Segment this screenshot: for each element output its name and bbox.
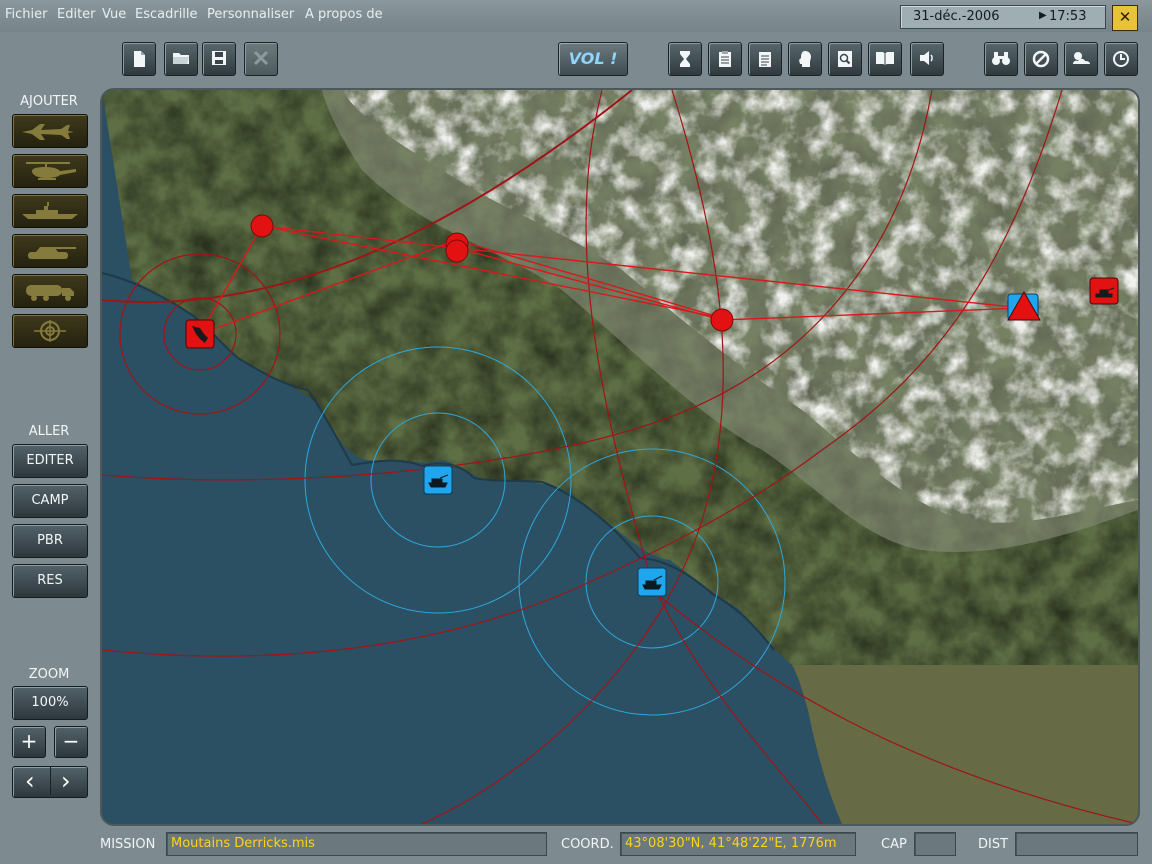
pbr-button[interactable]: PBR [12,524,88,558]
hourglass-button[interactable] [668,42,702,76]
sound-button[interactable] [910,42,944,76]
open-folder-icon [173,53,189,64]
open-mission-button[interactable] [164,42,198,76]
blue-unit-sam[interactable] [637,567,667,597]
next-button[interactable]: › [61,767,71,795]
goto-section-label: ALLER [28,424,70,439]
weather-button[interactable] [1064,42,1098,76]
dist-label: DIST [978,837,1009,852]
list-button[interactable] [748,42,782,76]
recon-button[interactable] [984,42,1018,76]
hourglass-icon [680,51,690,67]
mission-map[interactable] [100,88,1140,826]
time-button[interactable] [1104,42,1138,76]
add-target-button[interactable] [12,314,88,348]
map-canvas[interactable] [102,90,1138,824]
editer-button[interactable]: EDITER [12,444,88,478]
zoom-section-label: ZOOM [28,667,70,682]
menu-personnaliser[interactable]: Personnaliser [207,7,294,22]
helicopter-icon [26,162,76,180]
speaker-icon [920,51,933,65]
pilot-button[interactable] [788,42,822,76]
menu-editer[interactable]: Editer [57,7,96,22]
no-entry-icon [1032,50,1050,68]
lowland-area [792,665,1138,824]
clipboard-icon [719,51,731,67]
res-button[interactable]: RES [12,564,88,598]
play-triangle-icon: ▶ [1039,10,1047,21]
head-icon [799,51,811,67]
waypoint [250,214,274,238]
delete-button[interactable] [244,42,278,76]
manual-button[interactable] [868,42,902,76]
date-value: 31-déc.-2006 [913,9,1000,24]
briefing-button[interactable] [708,42,742,76]
menu-fichier[interactable]: Fichier [5,7,48,22]
dist-field [1015,832,1138,856]
binoculars-icon [992,52,1010,65]
tank-icon [28,247,76,259]
menu-escadrille[interactable]: Escadrille [135,7,198,22]
jet-icon [22,124,74,140]
cap-field [914,832,956,856]
menu-bar: Fichier Editer Vue Escadrille Personnali… [0,0,1152,32]
red-unit-sam-site[interactable] [1007,290,1041,321]
clock-icon [1113,51,1129,67]
red-unit-airfield[interactable] [185,319,215,349]
zoom-level-button[interactable]: 100% [12,686,88,720]
ship-icon [22,202,78,219]
add-aircraft-button[interactable] [12,114,88,148]
list-icon [759,52,771,67]
close-button[interactable]: ✕ [1112,5,1138,31]
inspect-button[interactable] [828,42,862,76]
fly-button[interactable]: VOL ! [558,42,628,76]
add-section-label: AJOUTER [20,94,78,109]
menu-vue[interactable]: Vue [102,7,126,22]
book-icon [876,52,894,65]
coord-field: 43°08'30"N, 41°48'22"E, 1776m [620,832,856,856]
menu-a-propos[interactable]: A propos de [305,7,383,22]
coord-label: COORD. [561,837,614,852]
save-mission-button[interactable] [202,42,236,76]
prev-button[interactable]: ‹ [25,767,35,795]
time-value: 17:53 [1049,9,1087,24]
weather-icon [1073,52,1090,64]
fuel-truck-icon [26,285,74,301]
add-helicopter-button[interactable] [12,154,88,188]
camp-button[interactable]: CAMP [12,484,88,518]
add-ship-button[interactable] [12,194,88,228]
restriction-button[interactable] [1024,42,1058,76]
add-fuel-truck-button[interactable] [12,274,88,308]
red-unit-armor[interactable] [1089,277,1119,305]
save-icon [212,51,226,65]
prev-next-control: ‹ › [12,766,88,798]
delete-icon [253,50,269,66]
cap-label: CAP [881,837,907,852]
zoom-in-button[interactable]: + [12,726,46,758]
magnifier-icon [838,51,852,67]
new-file-icon [134,51,145,67]
mission-label: MISSION [100,837,156,852]
waypoint [445,239,469,263]
new-mission-button[interactable] [122,42,156,76]
mission-field[interactable]: Moutains Derricks.mis [166,832,547,856]
date-time-display[interactable]: 31-déc.-2006 ▶ 17:53 [900,5,1106,29]
target-icon [34,320,66,342]
zoom-out-button[interactable]: − [54,726,88,758]
add-tank-button[interactable] [12,234,88,268]
blue-unit-apc[interactable] [423,465,453,495]
waypoint [710,308,734,332]
